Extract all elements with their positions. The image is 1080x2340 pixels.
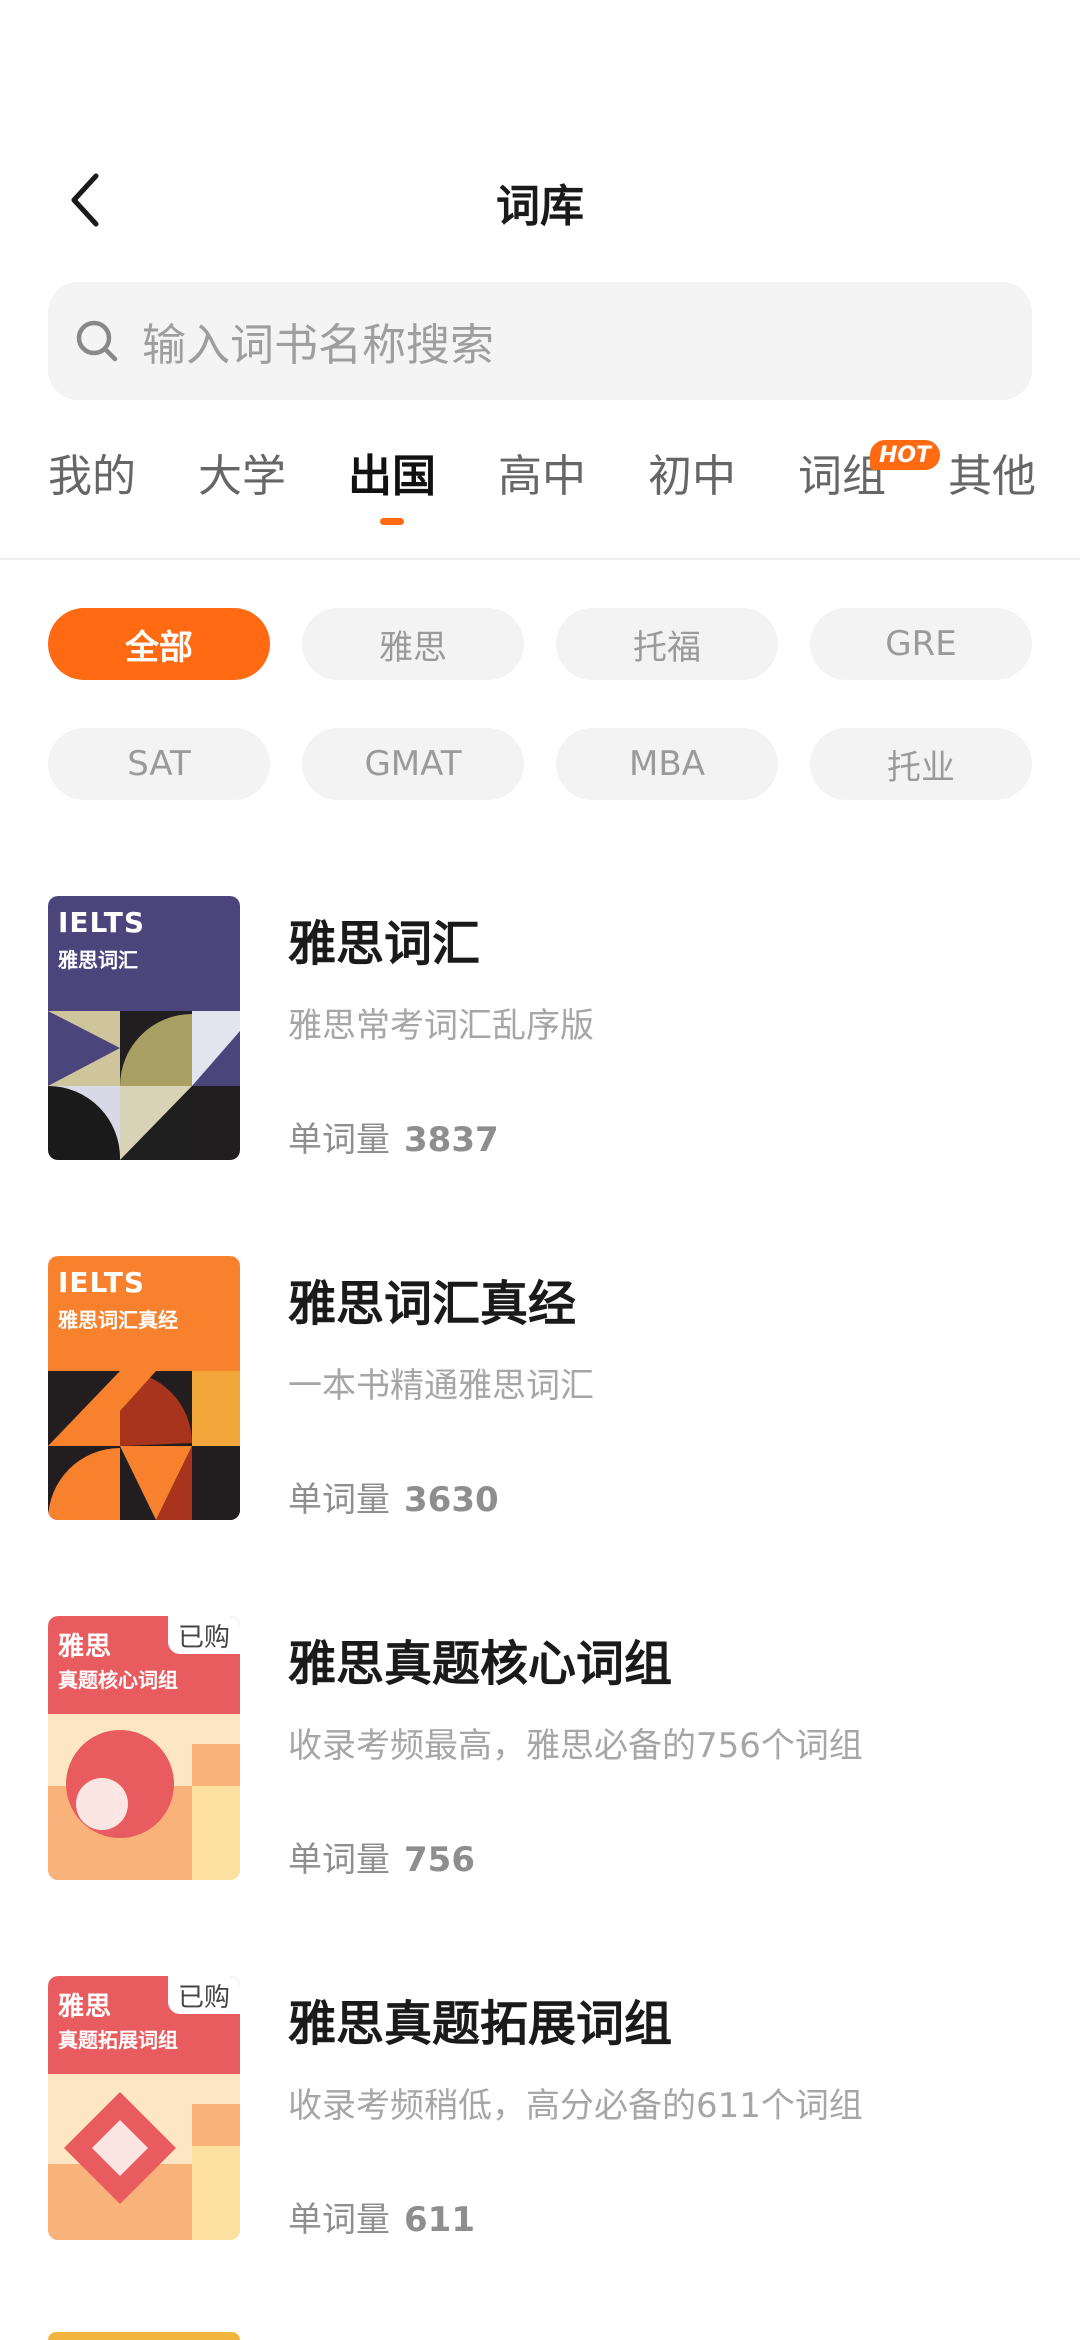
tab-high-school[interactable]: 高中 bbox=[498, 440, 586, 504]
book-cover: IELTS 雅思词汇 bbox=[48, 896, 240, 1160]
purchased-badge: 已购 bbox=[168, 1976, 240, 2014]
cover-art bbox=[48, 1371, 240, 1520]
book-title: 雅思真题拓展词组 bbox=[288, 1996, 673, 2052]
hot-badge: HOT bbox=[870, 440, 940, 470]
chip-gmat[interactable]: GMAT bbox=[302, 728, 524, 800]
cover-art bbox=[48, 1011, 240, 1160]
book-item[interactable]: IELTS 雅思词汇真经 雅思词汇真经 一本书精通雅思词汇 单词量 3630 bbox=[48, 1256, 1032, 1520]
purchased-badge: 已购 bbox=[168, 1616, 240, 1654]
book-title: 雅思词汇 bbox=[288, 916, 481, 972]
book-description: 雅思常考词汇乱序版 bbox=[288, 1006, 594, 1046]
tab-university[interactable]: 大学 bbox=[198, 440, 286, 504]
cover-art bbox=[48, 1714, 240, 1880]
tab-other[interactable]: 其他 bbox=[948, 440, 1036, 504]
chip-ielts[interactable]: 雅思 bbox=[302, 608, 524, 680]
book-description: 一本书精通雅思词汇 bbox=[288, 1366, 594, 1406]
search-placeholder: 输入词书名称搜索 bbox=[142, 320, 494, 371]
book-title: 雅思词汇真经 bbox=[288, 1276, 577, 1332]
chip-gre[interactable]: GRE bbox=[810, 608, 1032, 680]
chip-all[interactable]: 全部 bbox=[48, 608, 270, 680]
chip-toeic[interactable]: 托业 bbox=[810, 728, 1032, 800]
cover-art bbox=[48, 2074, 240, 2240]
chip-toefl[interactable]: 托福 bbox=[556, 608, 778, 680]
book-item[interactable]: IELTS 雅思词汇 雅思词汇 雅思常考词汇乱序版 单词量 3837 bbox=[48, 896, 1032, 1160]
word-count: 单词量 756 bbox=[288, 1840, 475, 1880]
tab-middle-school[interactable]: 初中 bbox=[648, 440, 736, 504]
word-count: 单词量 611 bbox=[288, 2200, 475, 2240]
chip-sat[interactable]: SAT bbox=[48, 728, 270, 800]
tab-mine[interactable]: 我的 bbox=[48, 440, 136, 504]
tab-abroad[interactable]: 出国 bbox=[348, 440, 436, 504]
word-count: 单词量 3630 bbox=[288, 1480, 499, 1520]
book-cover: 雅思 真题拓展词组 已购 bbox=[48, 1976, 240, 2240]
search-input[interactable]: 输入词书名称搜索 bbox=[48, 282, 1032, 400]
active-tab-indicator bbox=[380, 518, 404, 525]
book-cover: 雅思 真题核心词组 已购 bbox=[48, 1616, 240, 1880]
book-item[interactable]: 雅思 真题核心词组 已购 雅思真题核心词组 收录考频最高，雅思必备的756个词组… bbox=[48, 1616, 1032, 1880]
word-count: 单词量 3837 bbox=[288, 1120, 499, 1160]
book-description: 收录考频最高，雅思必备的756个词组 bbox=[288, 1726, 863, 1766]
divider bbox=[0, 558, 1080, 560]
category-tabs: 我的 大学 出国 高中 初中 词组 HOT 其他 bbox=[0, 440, 1080, 540]
chip-mba[interactable]: MBA bbox=[556, 728, 778, 800]
book-cover: IELTS 雅思词汇真经 bbox=[48, 1256, 240, 1520]
page-title: 词库 bbox=[496, 181, 584, 232]
next-book-cover bbox=[48, 2332, 240, 2340]
app-header: 词库 bbox=[0, 150, 1080, 250]
book-item[interactable]: 雅思 真题拓展词组 已购 雅思真题拓展词组 收录考频稍低，高分必备的611个词组… bbox=[48, 1976, 1032, 2240]
book-description: 收录考频稍低，高分必备的611个词组 bbox=[288, 2086, 863, 2126]
search-icon bbox=[74, 318, 120, 364]
book-title: 雅思真题核心词组 bbox=[288, 1636, 673, 1692]
